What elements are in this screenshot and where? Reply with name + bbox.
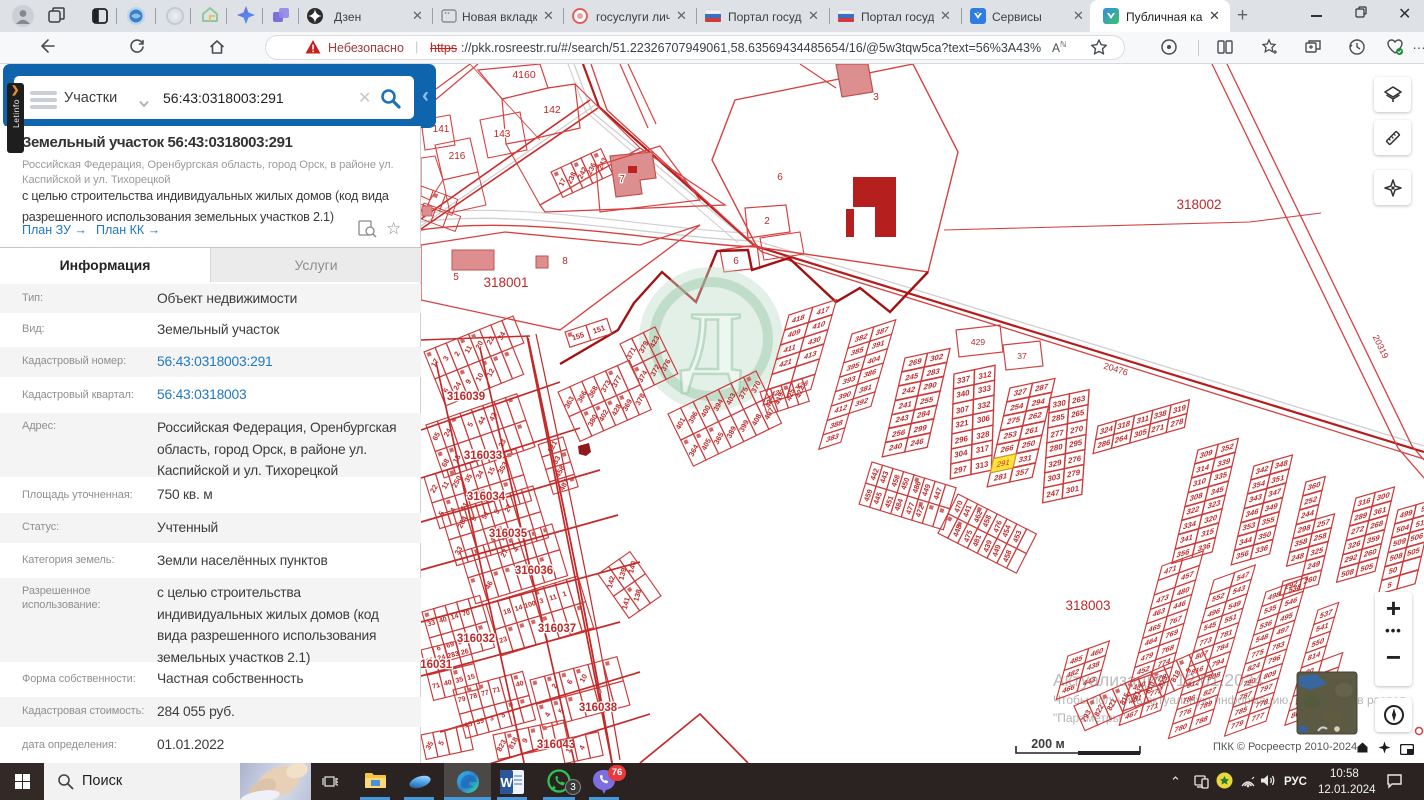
svg-text:318002: 318002 [1176, 197, 1221, 212]
svg-text:200 м: 200 м [1031, 737, 1065, 751]
svg-text:4160: 4160 [512, 69, 536, 81]
svg-text:141: 141 [433, 124, 450, 135]
svg-text:37: 37 [1017, 351, 1027, 361]
svg-text:8: 8 [562, 256, 568, 267]
svg-text:316038: 316038 [579, 702, 618, 714]
svg-text:3: 3 [873, 92, 879, 103]
svg-text:316033: 316033 [464, 450, 502, 462]
svg-text:2: 2 [764, 216, 770, 227]
svg-text:143: 143 [494, 129, 511, 140]
svg-text:216: 216 [449, 151, 466, 162]
svg-text:Д: Д [680, 295, 742, 394]
svg-text:316037: 316037 [538, 623, 576, 635]
svg-text:318003: 318003 [1065, 598, 1110, 613]
svg-text:6: 6 [777, 172, 783, 183]
svg-text:5: 5 [453, 272, 459, 283]
svg-text:ПКК © Росреестр 2010-2024: ПКК © Росреестр 2010-2024 [1213, 741, 1357, 753]
svg-text:316032: 316032 [457, 633, 495, 645]
svg-text:318001: 318001 [483, 275, 528, 290]
svg-text:7: 7 [619, 174, 625, 185]
svg-text:W: W [500, 775, 513, 790]
svg-text:316036: 316036 [515, 565, 553, 577]
svg-text:142: 142 [543, 104, 561, 116]
svg-text:316035: 316035 [489, 528, 528, 540]
svg-text:316039: 316039 [447, 391, 485, 403]
svg-text:429: 429 [971, 337, 985, 347]
svg-text:6: 6 [733, 256, 739, 267]
svg-text:316034: 316034 [467, 491, 506, 503]
